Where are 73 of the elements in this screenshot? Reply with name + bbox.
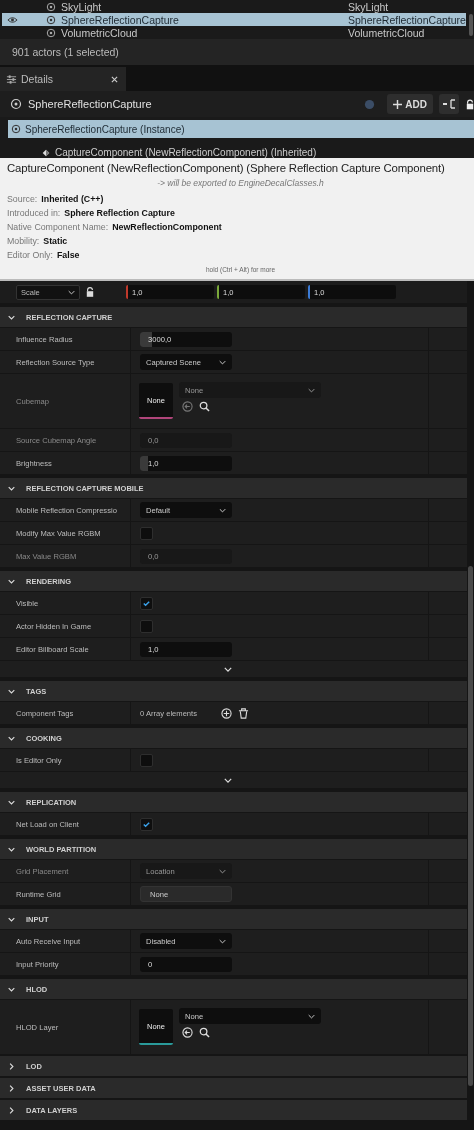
- sphere-icon: [10, 98, 22, 110]
- tooltip-value: Static: [43, 236, 68, 246]
- chevron-icon: [8, 985, 15, 993]
- actor-name: SphereReflectionCapture: [61, 13, 180, 26]
- sphere-icon: [11, 124, 21, 134]
- tooltip-label: Introduced in:: [7, 208, 61, 218]
- scrollbar-thumb[interactable]: [468, 566, 473, 1086]
- chevron-icon: [8, 798, 15, 806]
- tooltip-value: Inherited (C++): [41, 194, 104, 204]
- chevron-icon: [8, 577, 15, 585]
- checkmark-icon: [142, 819, 151, 829]
- caret-icon: [308, 387, 315, 393]
- checkmark-icon: [142, 598, 151, 608]
- chevron-icon: [8, 484, 15, 492]
- lock-icon[interactable]: [466, 98, 474, 110]
- caret-icon: [219, 868, 226, 874]
- details-tab[interactable]: Details: [0, 67, 126, 91]
- status-text: 901 actors (1 selected): [0, 39, 474, 65]
- tooltip-value: False: [56, 250, 80, 260]
- plus-icon: [393, 99, 403, 109]
- checkbox[interactable]: [140, 753, 153, 767]
- tooltip-label: Editor Only:: [7, 250, 53, 260]
- checkbox[interactable]: [140, 817, 153, 831]
- actor-name: SkyLight: [61, 0, 103, 13]
- chevron-icon: [8, 687, 15, 695]
- caret-icon: [68, 289, 75, 295]
- add-icon[interactable]: [221, 707, 232, 719]
- expand-chevron-icon[interactable]: [223, 666, 232, 672]
- sphere-icon: [46, 27, 56, 38]
- tooltip-value: Sphere Reflection Capture: [64, 208, 175, 218]
- caret-icon: [219, 359, 226, 365]
- scrollbar-thumb[interactable]: [469, 14, 473, 36]
- tooltip-label: Mobility:: [7, 236, 40, 246]
- caret-icon: [219, 938, 226, 944]
- sphere-icon: [46, 14, 56, 25]
- outliner-row[interactable]: SkyLight SkyLight: [2, 0, 466, 13]
- chevron-icon: [8, 1062, 15, 1070]
- component-item[interactable]: CaptureComponent (NewReflectionComponent) (Inherited): [8, 138, 474, 158]
- actor-type: SphereReflectionCapture: [348, 13, 466, 26]
- chevron-icon: [8, 915, 15, 923]
- outliner-row[interactable]: SphereReflectionCapture SphereReflectionCapture: [2, 13, 466, 26]
- chevron-icon: [8, 845, 15, 853]
- chevron-icon: [8, 1106, 15, 1114]
- expand-chevron-icon[interactable]: [223, 777, 232, 783]
- search-icon[interactable]: [199, 401, 210, 412]
- close-icon[interactable]: [111, 75, 118, 83]
- actor-type: SkyLight: [348, 0, 390, 13]
- tooltip-note: -> will be exported to EngineDecalClasses.h: [156, 178, 325, 188]
- tooltip-label: Source:: [7, 194, 38, 204]
- trash-icon[interactable]: [238, 707, 249, 719]
- actor-type: VolumetricCloud: [348, 26, 426, 39]
- checkbox[interactable]: [140, 526, 153, 540]
- tooltip-title: CaptureComponent (NewReflectionComponent) (Sphere Reflection Capture Component): [7, 162, 446, 174]
- eye-icon[interactable]: [7, 15, 18, 24]
- checkbox[interactable]: [140, 619, 153, 633]
- sphere-icon: [46, 1, 56, 12]
- outliner-row[interactable]: VolumetricCloud VolumetricCloud: [2, 26, 466, 39]
- chevron-icon: [8, 1084, 15, 1092]
- chevron-icon: [8, 734, 15, 742]
- actor-title: SphereReflectionCapture: [28, 98, 153, 110]
- actor-name: VolumetricCloud: [61, 26, 139, 39]
- tooltip-label: Native Component Name:: [7, 222, 109, 232]
- caret-icon: [308, 1013, 315, 1019]
- tooltip-value: NewReflectionComponent: [112, 222, 222, 232]
- chevron-icon: [8, 313, 15, 321]
- caret-icon: [219, 507, 226, 513]
- search-icon[interactable]: [199, 1027, 210, 1038]
- component-icon: [41, 148, 51, 158]
- add-button[interactable]: ADD: [387, 94, 433, 114]
- component-item[interactable]: SphereReflectionCapture (Instance): [8, 120, 474, 138]
- sliders-icon: [6, 73, 17, 85]
- checkbox[interactable]: [140, 596, 153, 610]
- lock-icon[interactable]: [86, 287, 94, 297]
